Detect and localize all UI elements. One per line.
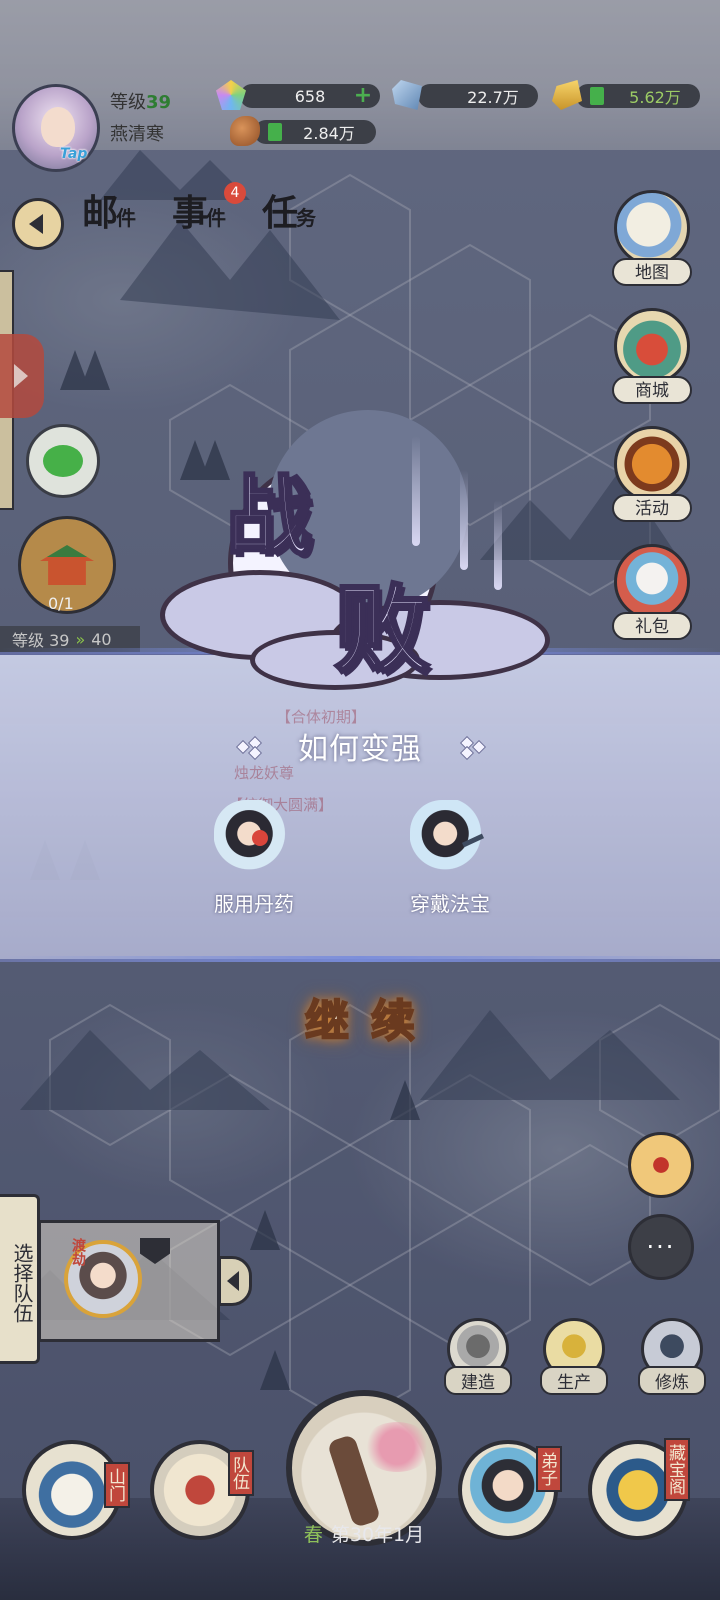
wechat-button[interactable] (26, 424, 100, 498)
defeat-char-1: 战 (225, 465, 314, 569)
ore-counter: 22.7万 (418, 84, 538, 108)
temple-count: 0/1 (48, 594, 74, 613)
shop-icon (614, 308, 690, 384)
diamond-ornament-icon (459, 735, 490, 761)
arrow-left-icon (227, 1271, 239, 1291)
player-level-value: 39 (146, 92, 172, 113)
shop-button[interactable]: 商城 (610, 308, 694, 404)
gift-label: 礼包 (612, 612, 692, 640)
mail-button[interactable]: 邮件 (82, 184, 136, 236)
player-level-label: 等级 (110, 92, 146, 113)
avatar-face (41, 107, 75, 147)
defeat-char-2: 败 (333, 572, 432, 688)
arrow-right-icon (14, 364, 28, 388)
tip-equip-treasure-label: 穿戴法宝 (410, 892, 490, 916)
falling-streak (494, 500, 502, 590)
map-icon (614, 190, 690, 266)
gold-progress (590, 87, 604, 105)
gift-button[interactable]: 礼包 (610, 544, 694, 640)
train-label: 修炼 (638, 1366, 706, 1395)
event-button[interactable]: 活动 (610, 426, 694, 522)
falling-streak (460, 470, 468, 570)
gift-icon (614, 544, 690, 620)
chevrons-right-icon: » (75, 629, 86, 649)
shop-label: 商城 (612, 376, 692, 404)
temple-icon (40, 545, 94, 585)
select-team-button[interactable]: 选择队伍 (0, 1194, 40, 1364)
season-name: 春 (303, 1524, 323, 1546)
map-label: 地图 (612, 258, 692, 286)
level-to: 40 (91, 629, 112, 649)
food-progress (268, 123, 282, 141)
howto-header: 如何变强 (0, 724, 720, 768)
food-value: 2.84万 (303, 124, 355, 143)
cherry-blossom-icon (362, 1422, 432, 1472)
avatar-tap-label: Tap (60, 146, 88, 162)
tip-take-pill-label: 服用丹药 (214, 892, 294, 916)
nav-gate-label: 山门 (104, 1462, 130, 1508)
season-date: 春第30年1月 (286, 1520, 442, 1547)
wechat-icon (43, 445, 83, 477)
build-label: 建造 (444, 1366, 512, 1395)
events-button[interactable]: 事件 (172, 184, 226, 236)
chat-dots-icon: ··· (646, 1233, 676, 1261)
map-button[interactable]: 地图 (610, 190, 694, 286)
band-bottom-glow (0, 956, 720, 962)
collapse-menu-button[interactable] (12, 198, 64, 250)
tip-equip-treasure[interactable]: 穿戴法宝 (380, 800, 520, 917)
player-name: 燕清寒 (110, 124, 164, 145)
produce-button[interactable]: 生产 (536, 1318, 612, 1395)
nav-disciple-label: 弟子 (536, 1446, 562, 1492)
mail-label-small: 件 (116, 206, 136, 230)
build-button[interactable]: 建造 (440, 1318, 516, 1395)
pill-character-icon (214, 800, 294, 880)
treasure-character-icon (410, 800, 490, 880)
collapse-team-button[interactable] (218, 1256, 252, 1306)
ore-value: 22.7万 (467, 88, 519, 107)
nav-team-label: 队伍 (228, 1450, 254, 1496)
event-label: 活动 (612, 494, 692, 522)
gold-value: 5.62万 (629, 88, 681, 107)
howto-title: 如何变强 (298, 732, 422, 767)
spirit-stone-value: 658 (294, 86, 326, 106)
mail-label-big: 邮 (82, 192, 118, 234)
events-label-big: 事 (172, 192, 208, 234)
events-badge: 4 (224, 182, 246, 204)
tasks-label-big: 任 (262, 192, 298, 234)
player-level: 等级39 (110, 88, 171, 114)
events-label-small: 件 (206, 206, 226, 230)
tasks-button[interactable]: 任务 (262, 184, 316, 236)
lantern-icon (614, 426, 690, 502)
add-spirit-stone-button[interactable]: + (352, 85, 374, 107)
season-date-text: 第30年1月 (330, 1524, 425, 1546)
tasks-label-small: 务 (296, 206, 316, 230)
expand-side-button[interactable] (0, 334, 44, 418)
fruit-button[interactable] (628, 1132, 694, 1198)
falling-streak (412, 436, 420, 546)
continue-button[interactable]: 继续 (0, 985, 720, 1049)
team-hero-tag: 渡劫 (70, 1238, 86, 1266)
produce-label: 生产 (540, 1366, 608, 1395)
nav-vault-label: 藏宝阁 (664, 1438, 690, 1501)
tip-take-pill[interactable]: 服用丹药 (184, 800, 324, 917)
chat-button[interactable]: ··· (628, 1214, 694, 1280)
train-button[interactable]: 修炼 (634, 1318, 710, 1395)
defeat-band (0, 652, 720, 962)
arrow-left-icon (29, 214, 43, 234)
food-icon (230, 116, 260, 146)
